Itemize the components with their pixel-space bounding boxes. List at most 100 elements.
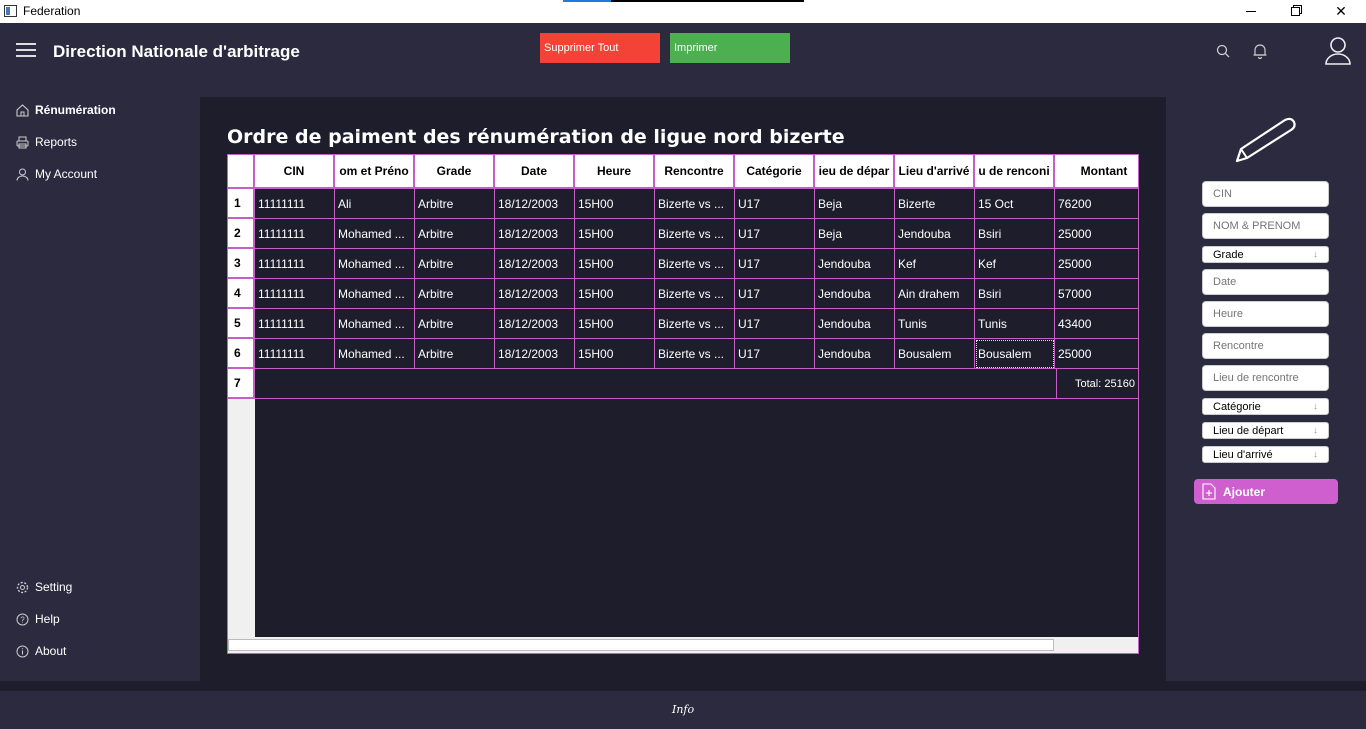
table-cell[interactable]: U17	[735, 279, 815, 309]
sidebar-item-remuneration[interactable]: Rénumération	[16, 101, 116, 119]
row-header[interactable]: 5	[228, 309, 255, 339]
sidebar-item-reports[interactable]: Reports	[16, 133, 77, 151]
table-cell[interactable]: U17	[735, 189, 815, 219]
table-cell[interactable]: Bizerte	[895, 189, 975, 219]
column-header[interactable]: Rencontre	[655, 155, 735, 189]
row-header[interactable]: 2	[228, 219, 255, 249]
column-header[interactable]: Grade	[415, 155, 495, 189]
table-cell[interactable]: Bizerte vs ...	[655, 339, 735, 369]
date-input[interactable]	[1202, 269, 1329, 295]
table-cell[interactable]: Arbitre	[415, 279, 495, 309]
table-cell[interactable]: Bizerte vs ...	[655, 219, 735, 249]
print-button[interactable]: Imprimer	[670, 33, 790, 63]
table-cell[interactable]: Ain drahem	[895, 279, 975, 309]
table-cell[interactable]: 11111111	[255, 279, 335, 309]
search-icon[interactable]	[1216, 44, 1231, 59]
column-header[interactable]: Montant	[1055, 155, 1138, 189]
table-cell[interactable]: Arbitre	[415, 219, 495, 249]
table-cell[interactable]: Tunis	[895, 309, 975, 339]
minimize-button[interactable]	[1228, 0, 1274, 23]
table-cell[interactable]: 18/12/2003	[495, 219, 575, 249]
table-cell[interactable]: Bousalem	[895, 339, 975, 369]
table-cell[interactable]: 15H00	[575, 189, 655, 219]
horizontal-scrollbar[interactable]	[228, 637, 1138, 653]
table-cell[interactable]: Kef	[975, 249, 1055, 279]
table-cell[interactable]: Bizerte vs ...	[655, 279, 735, 309]
table-cell[interactable]: Mohamed ...	[335, 249, 415, 279]
user-icon[interactable]	[1324, 36, 1352, 66]
table-cell[interactable]: Jendouba	[895, 219, 975, 249]
table-cell[interactable]: Arbitre	[415, 249, 495, 279]
table-cell[interactable]: 18/12/2003	[495, 339, 575, 369]
column-header[interactable]: Heure	[575, 155, 655, 189]
table-cell[interactable]: Mohamed ...	[335, 309, 415, 339]
table-cell[interactable]: 11111111	[255, 339, 335, 369]
table-cell[interactable]: 25000	[1055, 219, 1138, 249]
column-header[interactable]: ieu de dépar	[815, 155, 895, 189]
column-header[interactable]: om et Préno	[335, 155, 415, 189]
scrollbar-thumb[interactable]	[228, 639, 1054, 651]
info-link[interactable]: Info	[672, 703, 694, 716]
row-header[interactable]: 7	[228, 369, 255, 399]
table-cell[interactable]: 15H00	[575, 279, 655, 309]
rencontre-input[interactable]	[1202, 333, 1329, 359]
row-header[interactable]: 3	[228, 249, 255, 279]
table-cell[interactable]: 11111111	[255, 309, 335, 339]
bell-icon[interactable]	[1253, 43, 1267, 59]
column-header[interactable]: Catégorie	[735, 155, 815, 189]
column-header[interactable]: u de renconi	[975, 155, 1055, 189]
table-cell[interactable]: 18/12/2003	[495, 309, 575, 339]
categorie-select[interactable]: Catégorie ↓	[1202, 398, 1329, 415]
table-cell[interactable]: Mohamed ...	[335, 279, 415, 309]
row-header[interactable]: 4	[228, 279, 255, 309]
table-cell[interactable]: U17	[735, 309, 815, 339]
table-cell[interactable]: 25000	[1055, 249, 1138, 279]
sidebar-item-help[interactable]: ? Help	[16, 610, 60, 628]
table-cell[interactable]: Arbitre	[415, 189, 495, 219]
table-cell[interactable]: 15H00	[575, 339, 655, 369]
table-cell[interactable]: Mohamed ...	[335, 219, 415, 249]
row-header[interactable]: 6	[228, 339, 255, 369]
lieu-arrive-select[interactable]: Lieu d'arrivé ↓	[1202, 446, 1329, 463]
table-cell[interactable]: 57000	[1055, 279, 1138, 309]
table-cell[interactable]: Tunis	[975, 309, 1055, 339]
table-cell[interactable]: Jendouba	[815, 339, 895, 369]
maximize-button[interactable]	[1272, 0, 1318, 23]
table-corner[interactable]	[228, 155, 255, 189]
table-cell[interactable]: Mohamed ...	[335, 339, 415, 369]
sidebar-item-about[interactable]: About	[16, 642, 66, 660]
table-cell[interactable]: Beja	[815, 189, 895, 219]
table-cell[interactable]: 76200	[1055, 189, 1138, 219]
table-cell[interactable]: 15H00	[575, 309, 655, 339]
column-header[interactable]: Date	[495, 155, 575, 189]
sidebar-item-setting[interactable]: Setting	[16, 578, 72, 596]
column-header[interactable]: Lieu d'arrivé	[895, 155, 975, 189]
sidebar-item-my-account[interactable]: My Account	[16, 165, 97, 183]
table-cell[interactable]: U17	[735, 219, 815, 249]
delete-all-button[interactable]: Supprimer Tout	[540, 33, 660, 63]
table-cell[interactable]: 25000	[1055, 339, 1138, 369]
table-cell[interactable]: Beja	[815, 219, 895, 249]
table-cell[interactable]: 43400	[1055, 309, 1138, 339]
table-cell[interactable]: Bsiri	[975, 279, 1055, 309]
row-header[interactable]: 1	[228, 189, 255, 219]
table-cell[interactable]: Ali	[335, 189, 415, 219]
table-cell[interactable]: Arbitre	[415, 309, 495, 339]
table-cell[interactable]: 18/12/2003	[495, 279, 575, 309]
payment-table[interactable]: Total: 25160 CIN om et Préno Grade Date Heur…	[227, 154, 1139, 654]
table-cell[interactable]: 11111111	[255, 249, 335, 279]
table-cell[interactable]: 15 Oct	[975, 189, 1055, 219]
column-header[interactable]: CIN	[255, 155, 335, 189]
table-cell[interactable]: 15H00	[575, 219, 655, 249]
lieu-rencontre-input[interactable]	[1202, 365, 1329, 391]
table-cell[interactable]: Bizerte vs ...	[655, 249, 735, 279]
table-cell[interactable]: U17	[735, 249, 815, 279]
table-cell[interactable]: Bizerte vs ...	[655, 189, 735, 219]
table-cell[interactable]: Bsiri	[975, 219, 1055, 249]
table-cell[interactable]: Bousalem	[975, 339, 1055, 369]
table-cell[interactable]: 18/12/2003	[495, 249, 575, 279]
table-cell[interactable]: Arbitre	[415, 339, 495, 369]
table-cell[interactable]: Jendouba	[815, 279, 895, 309]
table-cell[interactable]: U17	[735, 339, 815, 369]
table-cell[interactable]: 11111111	[255, 189, 335, 219]
